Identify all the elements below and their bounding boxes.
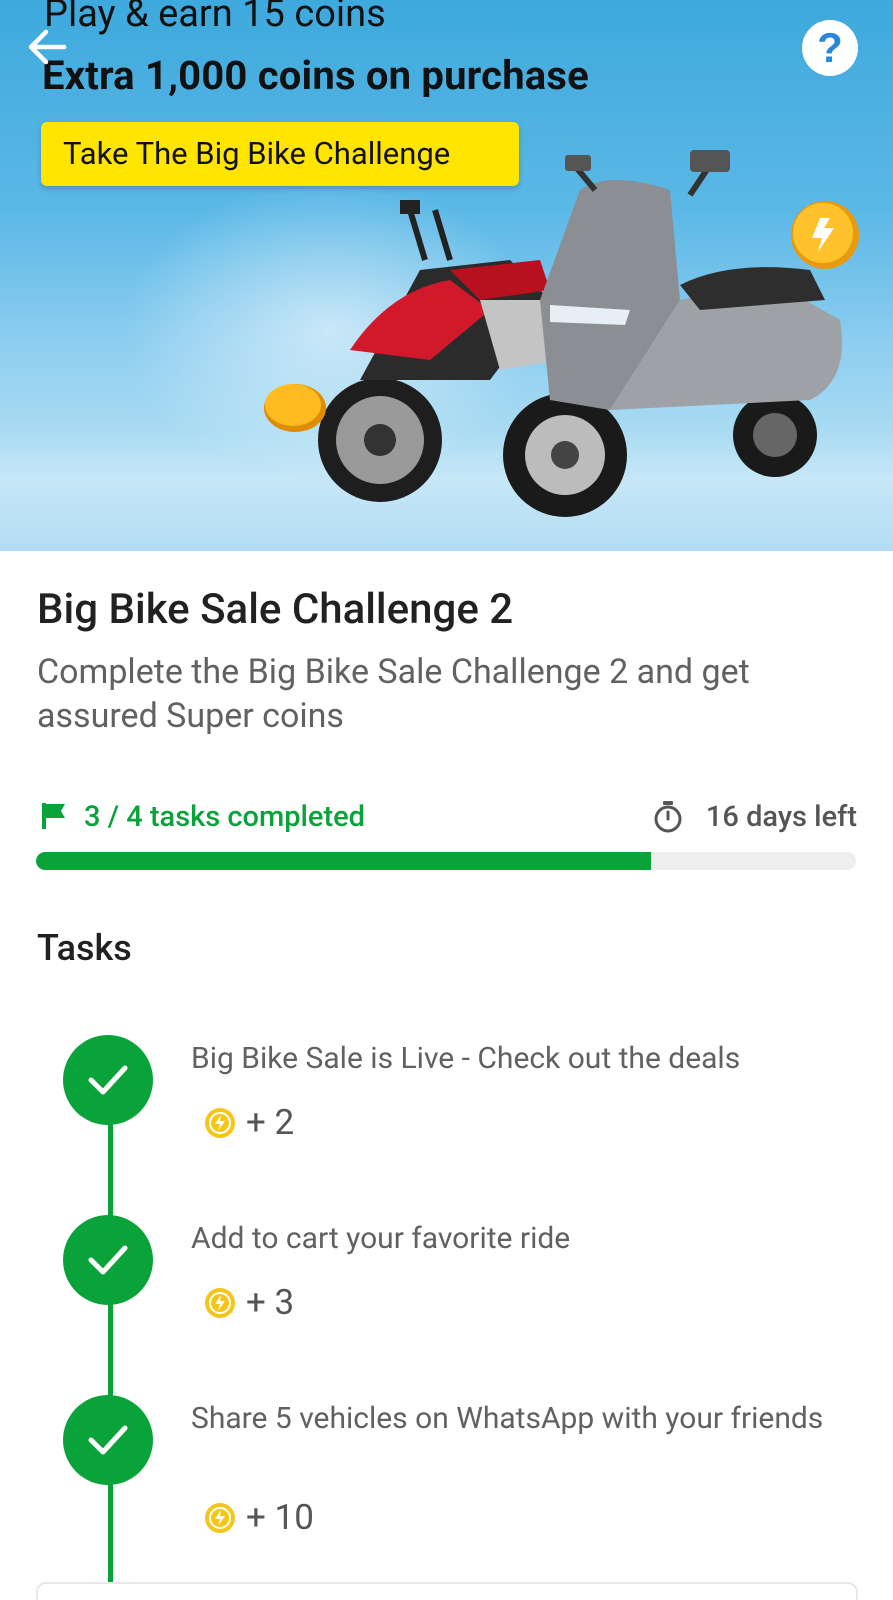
check-icon [88, 1065, 128, 1095]
challenge-cta-label: Take The Big Bike Challenge [41, 122, 519, 186]
help-button[interactable]: ? [802, 20, 858, 76]
banner-subheadline: Extra 1,000 coins on purchase [42, 52, 589, 99]
challenge-description: Complete the Big Bike Sale Challenge 2 a… [37, 652, 750, 736]
challenge-banner: Play & earn 15 coins Extra 1,000 coins o… [0, 0, 893, 551]
bikes-illustration [318, 150, 842, 517]
tasks-heading: Tasks [37, 927, 132, 969]
progress-summary: 3 / 4 tasks completed 16 days left [37, 797, 857, 837]
challenge-title: Big Bike Sale Challenge 2 [37, 585, 514, 634]
days-left-text: 16 days left [705, 800, 857, 834]
coin-illustration [791, 201, 859, 269]
reward-amount: + 10 [246, 1497, 314, 1538]
banner-headline: Play & earn 15 coins [44, 0, 386, 36]
reward-amount: + 3 [246, 1282, 295, 1323]
task-timeline-line [108, 1078, 113, 1583]
reward-amount: + 2 [246, 1102, 295, 1143]
task-status-completed [63, 1215, 153, 1305]
task-label: Add to cart your favorite ride [191, 1221, 571, 1256]
supercoin-icon [205, 1288, 235, 1318]
task-status-completed [63, 1035, 153, 1125]
tasks-completed-text: 3 / 4 tasks completed [84, 800, 365, 834]
check-icon [88, 1425, 128, 1455]
supercoin-icon [205, 1108, 235, 1138]
next-task-card[interactable] [36, 1582, 858, 1600]
check-icon [88, 1245, 128, 1275]
task-label: Share 5 vehicles on WhatsApp with your f… [191, 1401, 824, 1436]
progress-bar-fill [36, 852, 651, 870]
question-icon: ? [817, 24, 843, 71]
task-label: Big Bike Sale is Live - Check out the de… [191, 1041, 741, 1076]
progress-bar [36, 852, 856, 870]
flag-icon [42, 803, 65, 829]
supercoin-icon [205, 1503, 235, 1533]
coin-illustration [264, 384, 326, 432]
task-status-completed [63, 1395, 153, 1485]
stopwatch-icon [654, 801, 682, 833]
back-arrow-icon[interactable] [22, 22, 72, 72]
